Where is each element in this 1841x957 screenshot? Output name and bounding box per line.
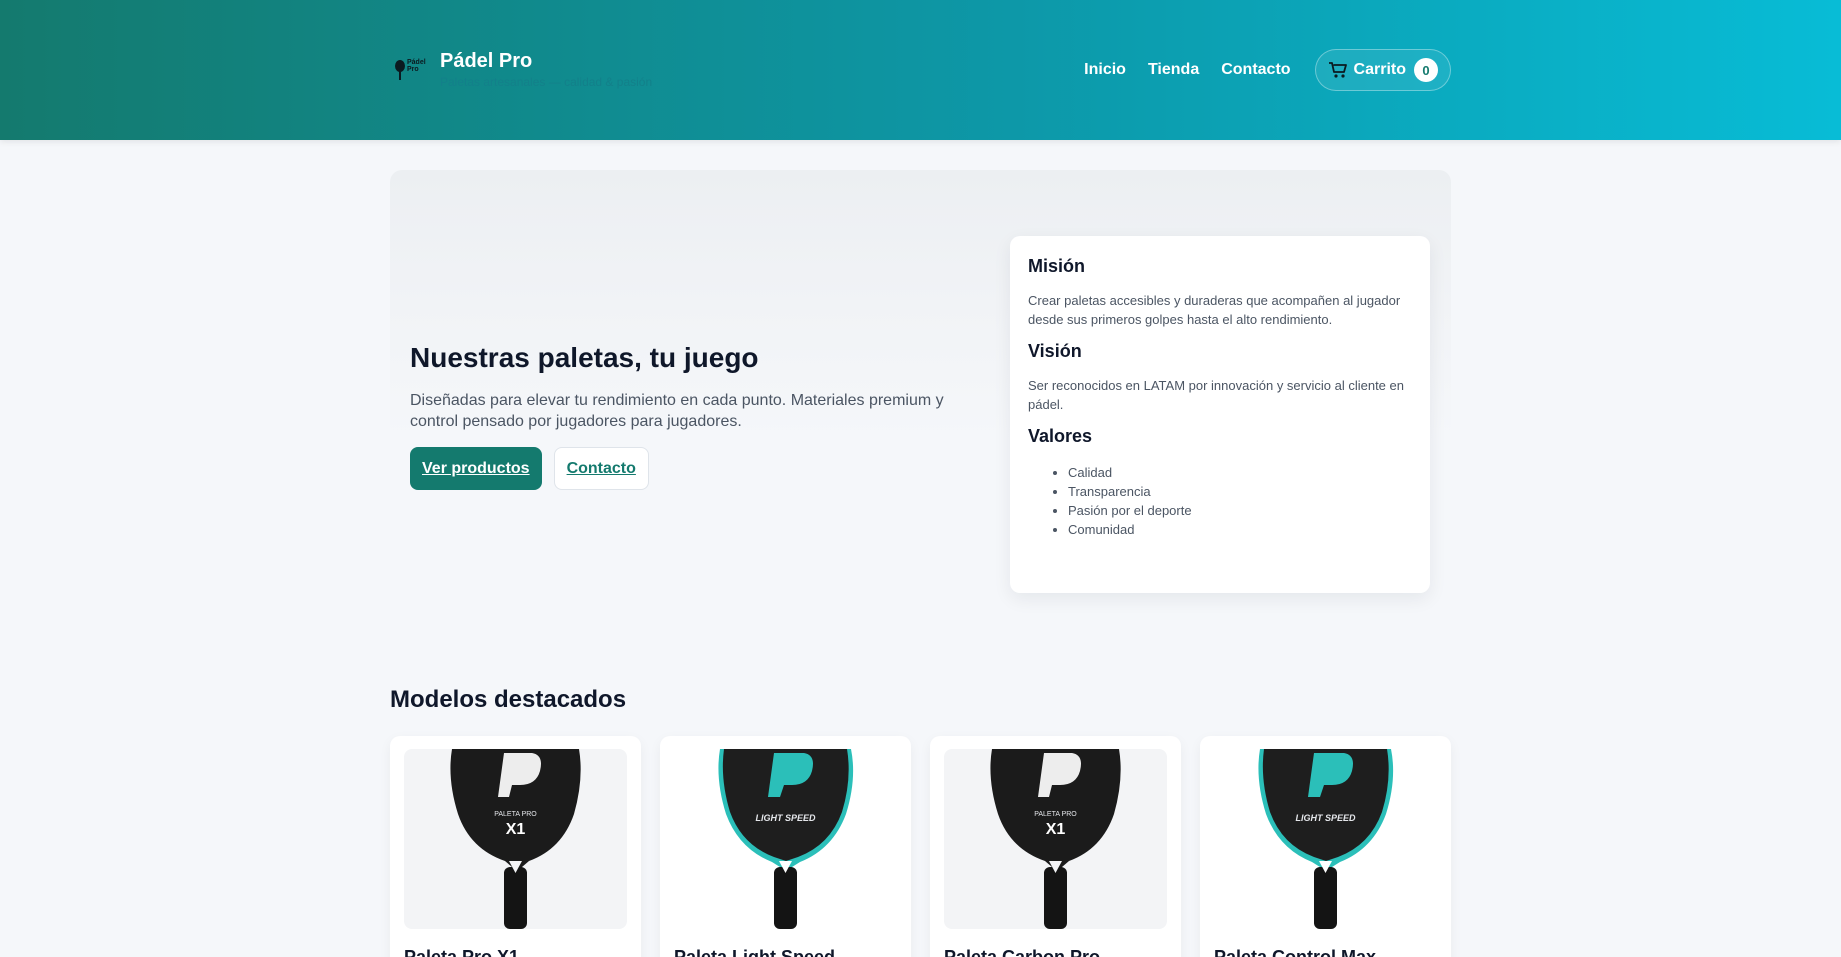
mission-text: Crear paletas accesibles y duraderas que… bbox=[1028, 293, 1401, 327]
product-name: Paleta Light Speed bbox=[674, 947, 836, 957]
values-item: Pasión por el deporte bbox=[1068, 501, 1412, 520]
nav-contacto[interactable]: Contacto bbox=[1221, 61, 1290, 79]
brand-title: Pádel Pro bbox=[440, 50, 533, 72]
logo-text-line2: Pro bbox=[407, 66, 419, 73]
product-image-paddle: PALETA PRO X1 bbox=[944, 749, 1167, 929]
paddle-brand-text: PALETA PRO bbox=[1034, 811, 1077, 818]
main-nav: Inicio Tienda Contacto Carrito 0 bbox=[1062, 49, 1451, 91]
hero-title: Nuestras paletas, tu juego bbox=[410, 342, 759, 373]
cart-button[interactable]: Carrito 0 bbox=[1314, 49, 1451, 91]
cart-icon bbox=[1328, 62, 1347, 78]
product-name: Paleta Control Max bbox=[1214, 947, 1377, 957]
brand[interactable]: Pádel Pro Pádel Pro Paletas artesanales … bbox=[394, 50, 652, 89]
hero-section: Nuestras paletas, tu juego Diseñadas par… bbox=[390, 170, 1451, 620]
brand-subtitle: Paletas artesanales — calidad & pasión bbox=[440, 75, 653, 89]
info-card: Misión Crear paletas accesibles y durade… bbox=[1010, 236, 1430, 593]
values-block: Valores Calidad Transparencia Pasión por… bbox=[1028, 426, 1412, 539]
contacto-button[interactable]: Contacto bbox=[553, 447, 649, 490]
padel-pro-logo: Pádel Pro bbox=[394, 58, 430, 86]
paddle-model-text: LIGHT SPEED bbox=[1295, 813, 1356, 823]
products-grid: PALETA PRO X1 Paleta Pro X1 LIGHT SPEED … bbox=[390, 736, 1451, 957]
values-item: Transparencia bbox=[1068, 482, 1412, 501]
product-card[interactable]: LIGHT SPEED Paleta Light Speed bbox=[660, 736, 911, 957]
vision-text: Ser reconocidos en LATAM por innovación … bbox=[1028, 378, 1404, 412]
product-card[interactable]: PALETA PRO X1 Paleta Pro X1 bbox=[390, 736, 641, 957]
product-image-paddle: PALETA PRO X1 bbox=[404, 749, 627, 929]
product-name: Paleta Pro X1 bbox=[404, 947, 520, 957]
product-card[interactable]: PALETA PRO X1 Paleta Carbon Pro bbox=[930, 736, 1181, 957]
paddle-model-text: X1 bbox=[506, 821, 526, 838]
values-item: Calidad bbox=[1068, 463, 1412, 482]
ver-productos-button[interactable]: Ver productos bbox=[410, 447, 542, 490]
mission-block: Misión Crear paletas accesibles y durade… bbox=[1028, 256, 1412, 329]
vision-title: Visión bbox=[1028, 341, 1082, 361]
cart-count-badge: 0 bbox=[1414, 58, 1438, 82]
nav-inicio[interactable]: Inicio bbox=[1084, 61, 1126, 79]
paddle-model-text: X1 bbox=[1046, 821, 1066, 838]
paddle-brand-text: PALETA PRO bbox=[494, 811, 537, 818]
hero-actions: Ver productos Contacto bbox=[410, 447, 649, 490]
product-card[interactable]: LIGHT SPEED Paleta Control Max bbox=[1200, 736, 1451, 957]
product-image-paddle: LIGHT SPEED bbox=[674, 749, 897, 929]
mission-title: Misión bbox=[1028, 256, 1085, 276]
product-name: Paleta Carbon Pro bbox=[944, 947, 1101, 957]
values-title: Valores bbox=[1028, 426, 1093, 446]
nav-tienda[interactable]: Tienda bbox=[1148, 61, 1199, 79]
logo-text-line1: Pádel bbox=[407, 59, 426, 66]
site-header: Pádel Pro Pádel Pro Paletas artesanales … bbox=[0, 0, 1841, 140]
cart-label: Carrito bbox=[1353, 61, 1406, 78]
values-list: Calidad Transparencia Pasión por el depo… bbox=[1028, 463, 1412, 539]
hero-description: Diseñadas para elevar tu rendimiento en … bbox=[410, 392, 944, 430]
product-image-paddle: LIGHT SPEED bbox=[1214, 749, 1437, 929]
values-item: Comunidad bbox=[1068, 520, 1412, 539]
featured-models-title: Modelos destacados bbox=[390, 686, 627, 713]
paddle-model-text: LIGHT SPEED bbox=[755, 813, 816, 823]
vision-block: Visión Ser reconocidos en LATAM por inno… bbox=[1028, 341, 1412, 414]
